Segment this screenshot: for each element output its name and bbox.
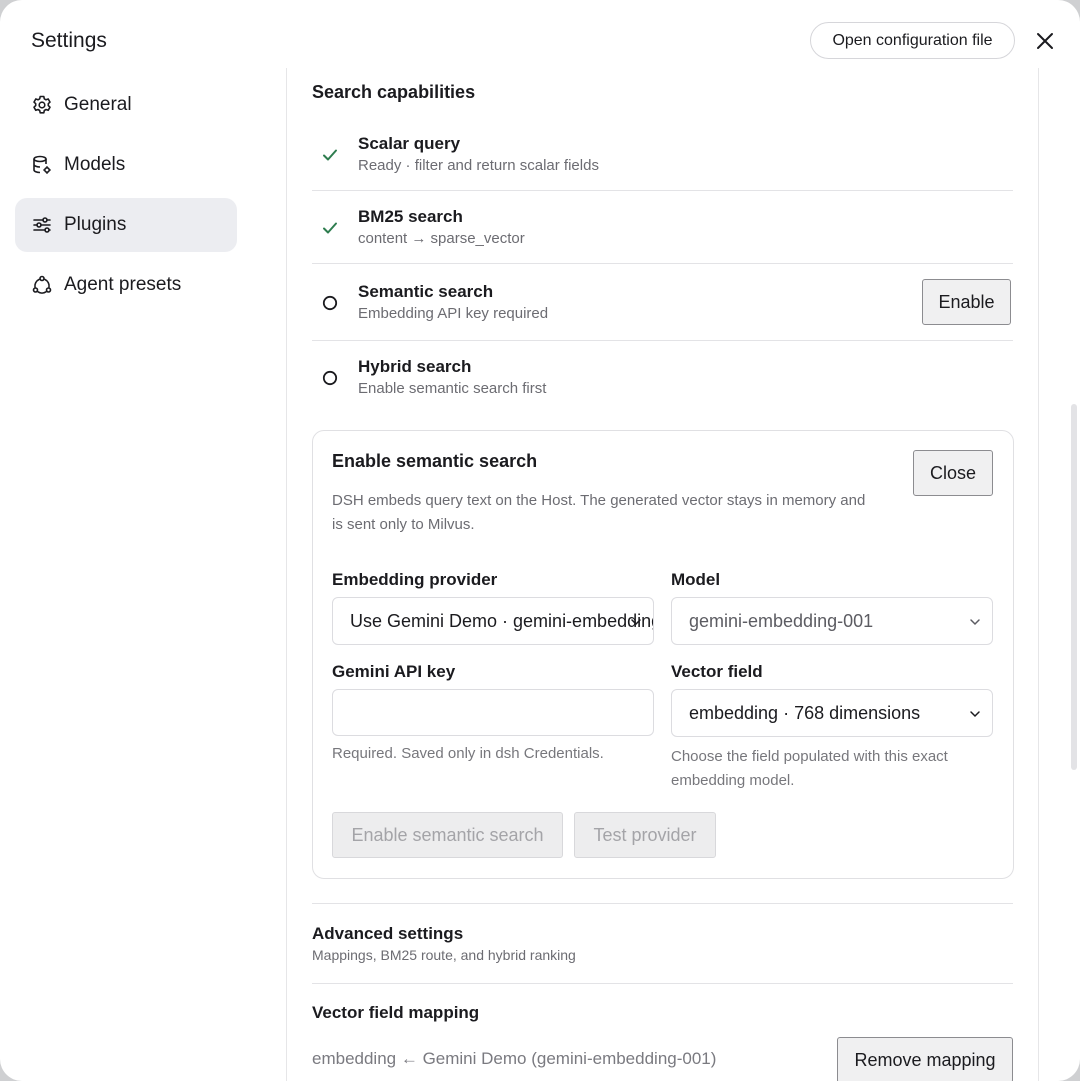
vector-field-hint: Choose the field populated with this exa… [671,748,948,789]
embedding-provider-select[interactable]: Use Gemini Demo · gemini-embedding-001 [332,597,654,645]
capability-row-bm25-search: BM25 search content → sparse_vector [312,205,1013,263]
vector-field-mapping-title: Vector field mapping [312,1003,480,1022]
vector-field-mapping-value: embedding ← Gemini Demo (gemini-embeddin… [312,1049,717,1068]
capability-row-scalar-query: Scalar query Ready · filter and return s… [312,132,1013,190]
capability-name: Semantic search [358,282,494,301]
sidebar: General Models Plugins Agent presets [15,78,237,318]
panel-title: Enable semantic search [332,451,538,471]
sidebar-item-label: Agent presets [64,274,182,295]
database-settings-icon [31,154,53,176]
divider [312,983,1013,984]
divider [312,340,1013,341]
divider [312,903,1013,904]
capability-row-hybrid-search: Hybrid search Enable semantic search fir… [312,356,1013,414]
vector-field-select[interactable]: embedding · 768 dimensions [671,689,993,737]
sidebar-item-plugins[interactable]: Plugins [15,198,237,252]
sliders-icon [31,214,53,236]
advanced-settings-subtitle: Mappings, BM25 route, and hybrid ranking [312,947,576,963]
section-title-search-capabilities: Search capabilities [312,82,476,102]
enable-semantic-search-button[interactable]: Enable semantic search [332,812,563,858]
panel-description: DSH embeds query text on the Host. The g… [332,492,866,533]
scrollbar[interactable] [1071,404,1077,770]
api-key-label: Gemini API key [332,662,456,681]
capability-description: Enable semantic search first [358,380,547,397]
empty-circle-icon [320,368,340,388]
empty-circle-icon [320,293,340,313]
sidebar-item-models[interactable]: Models [15,138,237,192]
capability-description: Embedding API key required [358,305,549,322]
sidebar-item-agent-presets[interactable]: Agent presets [15,258,237,312]
chevron-down-icon [970,619,980,626]
chevron-down-icon [970,711,980,718]
sidebar-item-label: Plugins [64,214,127,235]
select-value: Use Gemini Demo · gemini-embedding-001 [350,610,653,631]
model-select[interactable]: gemini-embedding-001 [671,597,993,645]
agent-cycle-icon [31,274,53,296]
gear-icon [31,94,53,116]
select-value: gemini-embedding-001 [689,610,874,631]
sidebar-item-label: General [64,94,132,115]
advanced-settings-title[interactable]: Advanced settings [312,924,463,944]
divider [312,190,1013,191]
embedding-provider-label: Embedding provider [332,570,498,589]
capability-description: Ready · filter and return scalar fields [358,157,599,174]
vector-field-label: Vector field [671,662,763,681]
sidebar-item-label: Models [64,154,126,175]
check-icon [320,218,340,238]
model-label: Model [671,570,721,589]
capability-row-semantic-search: Semantic search Embedding API key requir… [312,280,1013,338]
select-value: embedding · 768 dimensions [689,702,921,723]
enable-semantic-button[interactable]: Enable [922,279,1011,325]
divider [312,263,1013,264]
settings-window: Settings Open configuration file General [0,0,1080,1081]
capability-name: BM25 search [358,207,463,226]
sidebar-item-general[interactable]: General [15,78,237,132]
remove-mapping-button[interactable]: Remove mapping [837,1037,1013,1081]
capability-name: Scalar query [358,134,461,153]
api-key-input[interactable] [332,689,654,736]
chevron-down-icon [631,619,641,626]
test-provider-button[interactable]: Test provider [574,812,716,858]
check-icon [320,145,340,165]
close-panel-button[interactable]: Close [913,450,993,496]
page-title: Settings [31,29,107,52]
open-configuration-file-button[interactable]: Open configuration file [810,22,1015,59]
content-divider-right [1038,68,1039,1081]
capability-description: content → sparse_vector [358,230,525,247]
content-divider [286,68,287,1081]
close-icon[interactable] [1032,28,1058,54]
capability-name: Hybrid search [358,357,472,376]
api-key-hint: Required. Saved only in dsh Credentials. [332,745,604,762]
